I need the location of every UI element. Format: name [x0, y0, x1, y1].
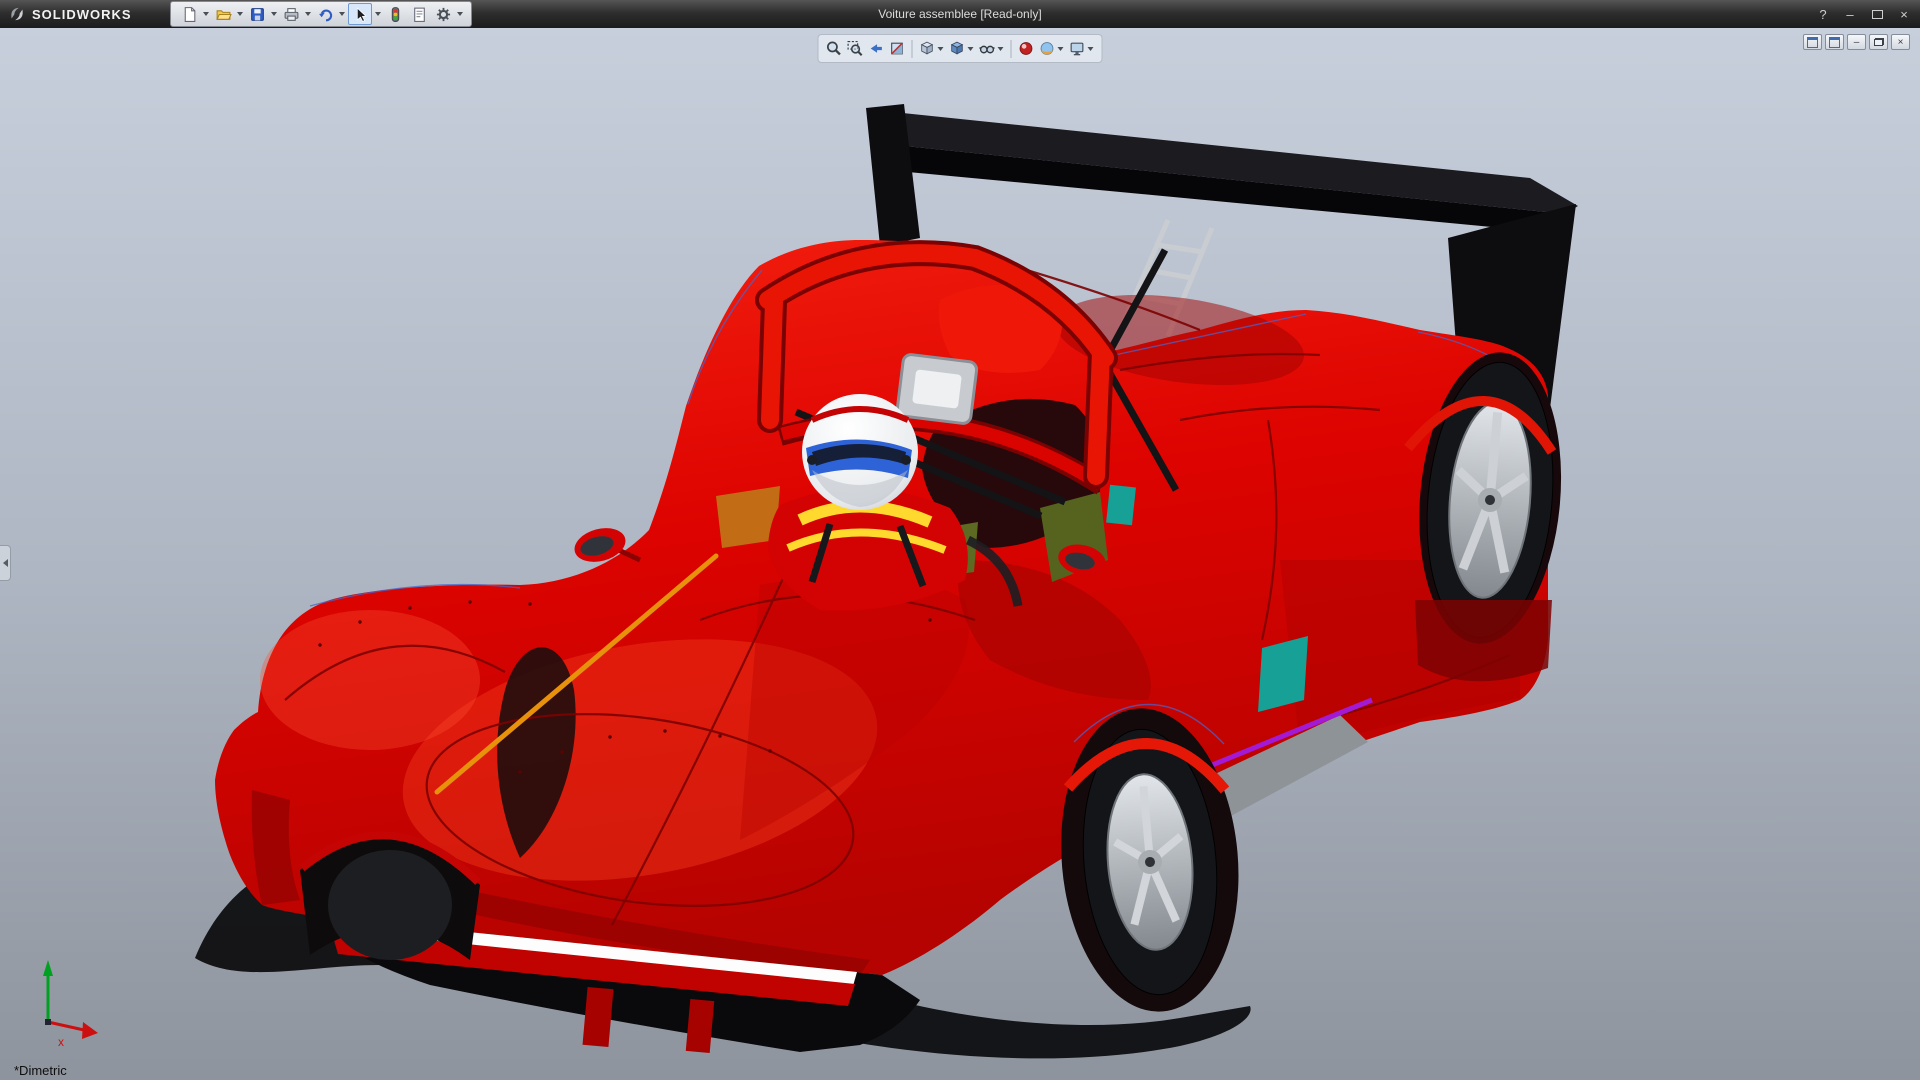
titlebar: SOLIDWORKS	[0, 0, 1920, 28]
minimize-document-button[interactable]: –	[1847, 34, 1866, 50]
display-style-button[interactable]	[948, 37, 976, 61]
help-button[interactable]: ?	[1811, 4, 1835, 24]
restore-document-button[interactable]	[1869, 34, 1888, 50]
view-settings-button[interactable]	[1068, 37, 1096, 61]
chevron-down-icon[interactable]	[339, 12, 345, 16]
orientation-triad: x	[43, 960, 98, 1049]
document-window-controls: – ×	[1803, 34, 1910, 50]
open-folder-icon	[215, 6, 232, 23]
options-button[interactable]	[432, 3, 454, 25]
chevron-down-icon[interactable]	[237, 12, 243, 16]
new-document-icon	[181, 6, 198, 23]
solidworks-logo-icon	[8, 5, 26, 23]
split-pane-right-button[interactable]	[1825, 34, 1844, 50]
close-button[interactable]: ×	[1892, 4, 1916, 24]
scene-ball-icon	[1039, 40, 1056, 57]
standard-toolbar	[170, 1, 472, 27]
close-document-button[interactable]: ×	[1891, 34, 1910, 50]
select-cursor-icon	[352, 6, 369, 23]
heads-up-view-toolbar	[818, 34, 1103, 63]
new-document-button[interactable]	[178, 3, 200, 25]
display-style-cube-icon	[949, 40, 966, 57]
solidworks-logo: SOLIDWORKS	[0, 5, 132, 23]
chevron-down-icon[interactable]	[938, 47, 944, 51]
window-title: Voiture assemblee [Read-only]	[878, 0, 1041, 28]
zoom-to-fit-button[interactable]	[825, 37, 844, 61]
chevron-down-icon[interactable]	[968, 47, 974, 51]
car-model-scene[interactable]: x	[0, 28, 1920, 1080]
appearance-ball-icon	[1018, 40, 1035, 57]
chevron-down-icon[interactable]	[375, 12, 381, 16]
cockpit-side-teal	[1106, 485, 1136, 526]
window-controls: ? – ×	[1811, 0, 1916, 28]
toolbar-separator	[1011, 40, 1012, 58]
print-icon	[283, 6, 300, 23]
undo-button[interactable]	[314, 3, 336, 25]
previous-view-button[interactable]	[867, 37, 886, 61]
eyeglasses-icon	[979, 40, 996, 57]
view-orientation-label: *Dimetric	[14, 1063, 67, 1078]
print-button[interactable]	[280, 3, 302, 25]
save-button[interactable]	[246, 3, 268, 25]
intake-box	[896, 354, 977, 425]
section-view-button[interactable]	[888, 37, 907, 61]
view-orientation-cube-icon	[919, 40, 936, 57]
chevron-down-icon[interactable]	[305, 12, 311, 16]
file-properties-icon	[411, 6, 428, 23]
chevron-down-icon[interactable]	[998, 47, 1004, 51]
zoom-to-fit-icon	[826, 40, 843, 57]
model-viewport[interactable]: x	[0, 28, 1920, 1080]
zoom-to-area-button[interactable]	[846, 37, 865, 61]
view-orientation-button[interactable]	[918, 37, 946, 61]
hide-show-items-button[interactable]	[978, 37, 1006, 61]
select-tool-button[interactable]	[348, 3, 372, 25]
zoom-to-area-icon	[847, 40, 864, 57]
chevron-down-icon[interactable]	[1088, 47, 1094, 51]
split-pane-left-button[interactable]	[1803, 34, 1822, 50]
triad-x-label: x	[58, 1035, 64, 1049]
previous-view-icon	[868, 40, 885, 57]
monitor-icon	[1069, 40, 1086, 57]
maximize-icon	[1872, 10, 1883, 19]
toolbar-separator	[912, 40, 913, 58]
rebuild-button[interactable]	[384, 3, 406, 25]
chevron-down-icon[interactable]	[271, 12, 277, 16]
open-button[interactable]	[212, 3, 234, 25]
section-view-icon	[889, 40, 906, 57]
brand-name: SOLIDWORKS	[32, 7, 132, 22]
maximize-button[interactable]	[1865, 4, 1889, 24]
undo-icon	[317, 6, 334, 23]
restore-icon	[1874, 38, 1884, 46]
chevron-left-icon	[3, 559, 8, 567]
window-pane-icon	[1829, 37, 1840, 48]
chevron-down-icon[interactable]	[203, 12, 209, 16]
edit-appearance-button[interactable]	[1017, 37, 1036, 61]
feature-panel-collapse-tab[interactable]	[0, 545, 11, 581]
file-properties-button[interactable]	[408, 3, 430, 25]
save-floppy-icon	[249, 6, 266, 23]
apply-scene-button[interactable]	[1038, 37, 1066, 61]
gear-icon	[435, 6, 452, 23]
chevron-down-icon[interactable]	[1058, 47, 1064, 51]
window-pane-icon	[1807, 37, 1818, 48]
minimize-button[interactable]: –	[1838, 4, 1862, 24]
rebuild-stoplight-icon	[387, 6, 404, 23]
chevron-down-icon[interactable]	[457, 12, 463, 16]
door-inset-teal	[1258, 636, 1308, 712]
